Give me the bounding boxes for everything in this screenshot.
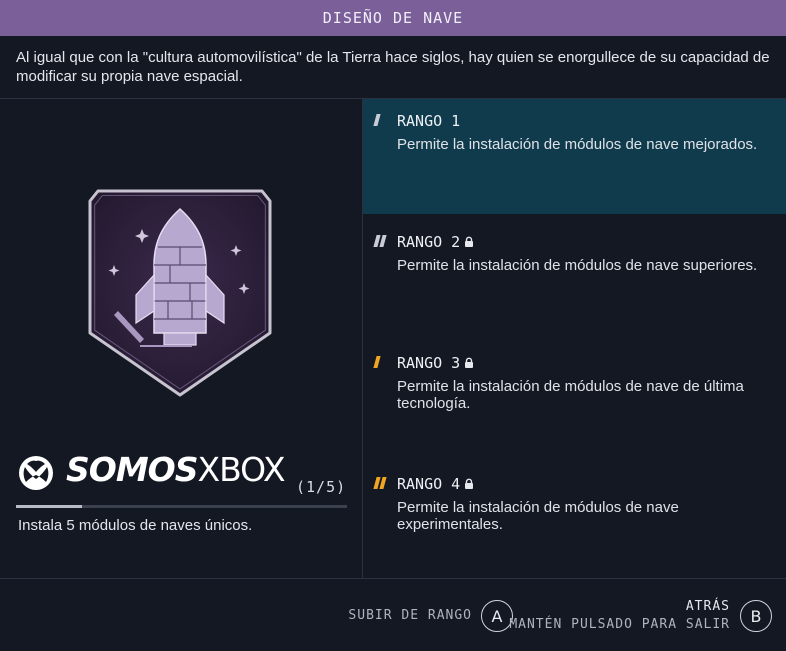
rank-title-text: RANGO 2 (397, 233, 461, 251)
rank-pip (373, 356, 381, 368)
rank-description: Permite la instalación de módulos de nav… (397, 499, 679, 533)
rank-description: Permite la instalación de módulos de nav… (397, 136, 758, 153)
rank-item-1[interactable]: RANGO 1 Permite la instalación de módulo… (363, 99, 786, 214)
rank-pips (373, 356, 381, 368)
rank-item-2[interactable]: RANGO 2 Permite la instalación de módulo… (363, 220, 786, 335)
rank-title-text: RANGO 1 (397, 112, 461, 130)
rank-up-label: SUBIR DE RANGO (348, 608, 472, 623)
rank-item-4[interactable]: RANGO 4 Permite la instalación de módulo… (363, 462, 786, 577)
xbox-logo-icon (19, 456, 53, 490)
page-title: DISEÑO DE NAVE (322, 9, 464, 27)
rank-description: Permite la instalación de módulos de nav… (397, 378, 744, 412)
back-label: ATRÁS (685, 599, 730, 614)
rank-pips (373, 477, 387, 489)
progress-count: (1/5) (296, 478, 347, 496)
rank-title-text: RANGO 4 (397, 475, 461, 493)
rank-pip (373, 114, 381, 126)
rank-title: RANGO 1 (397, 112, 460, 130)
brand-wordmark-thin: XBOX (197, 450, 285, 489)
rank-title: RANGO 2 (397, 233, 475, 251)
lock-icon (465, 236, 474, 247)
rank-description: Permite la instalación de módulos de nav… (397, 257, 758, 274)
rank-title-text: RANGO 3 (397, 354, 461, 372)
brand-wordmark: SOMOSXBOX (66, 450, 286, 489)
rank-title: RANGO 4 (397, 475, 475, 493)
rank-pips (373, 235, 387, 247)
lock-icon (465, 357, 474, 368)
brand-logo: SOMOSXBOX (16, 447, 286, 499)
rank-up-button[interactable]: A (481, 600, 513, 632)
divider-bottom (0, 578, 786, 579)
back-button[interactable]: B (740, 600, 772, 632)
progress-bar-fill (16, 505, 83, 508)
skill-badge-icon (88, 189, 272, 397)
brand-wordmark-bold: SOMOS (66, 450, 198, 489)
rank-pip (379, 477, 387, 489)
rank-pip (379, 235, 387, 247)
lock-icon (465, 478, 474, 489)
rank-pips (373, 114, 381, 126)
rank-item-3[interactable]: RANGO 3 Permite la instalación de módulo… (363, 341, 786, 456)
skill-description: Al igual que con la "cultura automovilís… (16, 49, 770, 85)
rank-title: RANGO 3 (397, 354, 475, 372)
progress-bar (16, 505, 347, 508)
header-bar: DISEÑO DE NAVE (0, 0, 786, 36)
task-text: Instala 5 módulos de naves únicos. (18, 517, 253, 534)
back-hint: MANTÉN PULSADO PARA SALIR (509, 617, 730, 632)
